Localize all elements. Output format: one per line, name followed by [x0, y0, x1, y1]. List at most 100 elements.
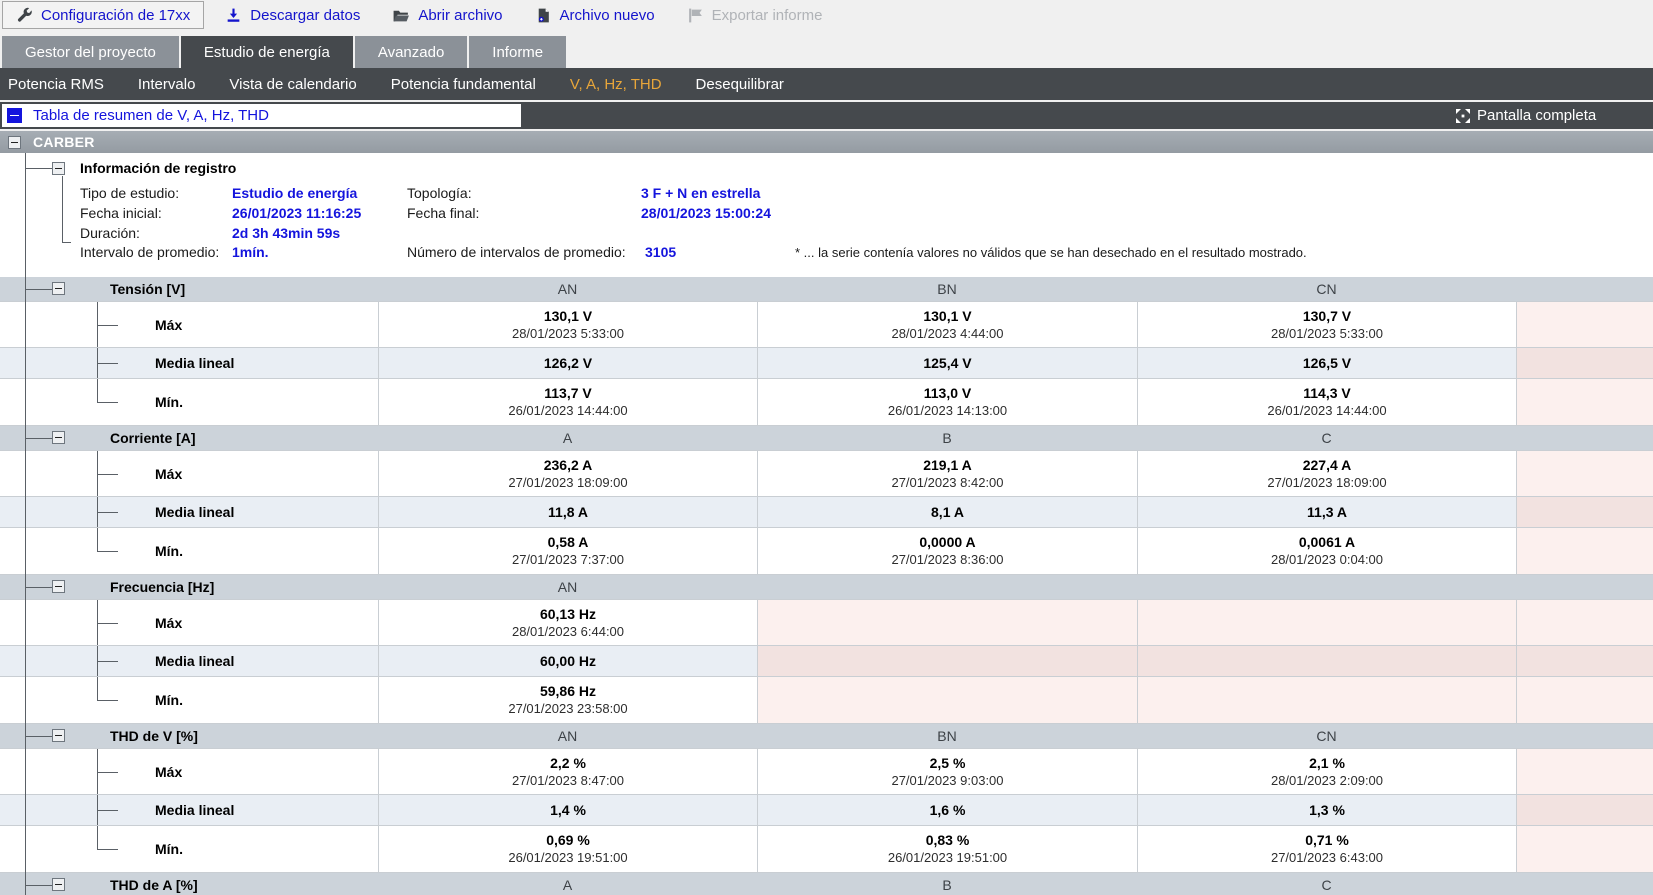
- open-file-label: Abrir archivo: [418, 7, 502, 24]
- collapse-section-icon[interactable]: [52, 580, 65, 593]
- fullscreen-button[interactable]: Pantalla completa: [1455, 102, 1596, 129]
- metric-label: Mín.: [155, 841, 183, 857]
- empty-cell: [1516, 348, 1653, 378]
- metric-timestamp: 27/01/2023 7:37:00: [512, 552, 624, 568]
- tab-report[interactable]: Informe: [469, 36, 566, 68]
- metric-label-cell: Mín.: [0, 528, 378, 574]
- wrench-icon: [16, 7, 33, 24]
- metric-timestamp: 28/01/2023 5:33:00: [512, 326, 624, 342]
- collapse-section-icon[interactable]: [52, 729, 65, 742]
- tree-tick: [97, 402, 118, 403]
- view-title: Tabla de resumen de V, A, Hz, THD: [33, 107, 269, 124]
- empty-cell: [1516, 677, 1653, 723]
- new-file-button[interactable]: Archivo nuevo: [522, 2, 668, 28]
- metric-value: 8,1 A: [931, 504, 964, 521]
- subtab-intervalo[interactable]: Intervalo: [121, 76, 213, 93]
- info-footnote: * ... la serie contenía valores no válid…: [795, 245, 1307, 260]
- section-label-cell: Corriente [A]: [0, 426, 378, 450]
- metric-value: 60,13 Hz: [540, 606, 596, 623]
- table-row: Media lineal60,00 Hz: [0, 646, 1653, 677]
- subtab-v-a-hz-thd[interactable]: V, A, Hz, THD: [553, 76, 679, 93]
- metric-label: Máx: [155, 764, 182, 780]
- collapse-section-icon[interactable]: [52, 878, 65, 891]
- info-label-fecha-final: Fecha final:: [407, 205, 479, 221]
- download-data-label: Descargar datos: [250, 7, 360, 24]
- metric-value: 227,4 A: [1303, 457, 1352, 474]
- metric-value: 126,5 V: [1303, 355, 1351, 372]
- table-row: Mín.113,7 V26/01/2023 14:44:00113,0 V26/…: [0, 379, 1653, 426]
- tree-tick: [25, 438, 52, 439]
- metric-timestamp: 27/01/2023 23:58:00: [508, 701, 627, 717]
- section-label-cell: THD de V [%]: [0, 724, 378, 748]
- table-row: Media lineal11,8 A8,1 A11,3 A: [0, 497, 1653, 528]
- metric-label-cell: Mín.: [0, 677, 378, 723]
- metric-timestamp: 28/01/2023 5:33:00: [1271, 326, 1383, 342]
- tab-energy-study[interactable]: Estudio de energía: [181, 36, 353, 68]
- value-cell: 8,1 A: [757, 497, 1137, 527]
- value-cell: 2,2 %27/01/2023 8:47:00: [378, 749, 757, 794]
- section-title: THD de V [%]: [110, 728, 198, 744]
- collapse-section-icon[interactable]: [52, 282, 65, 295]
- metric-value: 59,86 Hz: [540, 683, 596, 700]
- open-file-button[interactable]: Abrir archivo: [379, 2, 515, 28]
- metric-label-cell: Media lineal: [0, 497, 378, 527]
- metric-label-cell: Mín.: [0, 379, 378, 425]
- metric-timestamp: 28/01/2023 4:44:00: [891, 326, 1003, 342]
- collapse-info-icon[interactable]: [52, 162, 65, 175]
- section-header-row: THD de V [%]ANBNCN: [0, 724, 1653, 749]
- tab-project-manager[interactable]: Gestor del proyecto: [2, 36, 179, 68]
- value-cell: 0,71 %27/01/2023 6:43:00: [1137, 826, 1516, 872]
- metric-timestamp: 26/01/2023 14:13:00: [888, 403, 1007, 419]
- value-cell: 59,86 Hz27/01/2023 23:58:00: [378, 677, 757, 723]
- empty-cell: [757, 646, 1137, 676]
- table-row: Máx236,2 A27/01/2023 18:09:00219,1 A27/0…: [0, 451, 1653, 497]
- configure-17xx-button[interactable]: Configuración de 17xx: [2, 1, 204, 29]
- value-cell: 113,0 V26/01/2023 14:13:00: [757, 379, 1137, 425]
- value-cell: 60,00 Hz: [378, 646, 757, 676]
- tree-tick: [97, 772, 118, 773]
- metric-label-cell: Máx: [0, 600, 378, 645]
- metric-label: Media lineal: [155, 504, 234, 520]
- column-header: BN: [757, 728, 1137, 744]
- metric-value: 2,2 %: [550, 755, 586, 772]
- device-name: CARBER: [33, 134, 95, 150]
- subtab-vista-calendario[interactable]: Vista de calendario: [212, 76, 373, 93]
- metric-value: 1,6 %: [930, 802, 966, 819]
- empty-cell: [1516, 528, 1653, 574]
- info-value-duracion: 2d 3h 43min 59s: [232, 225, 340, 241]
- value-cell: 1,6 %: [757, 795, 1137, 825]
- subtab-desequilibrar-label: Desequilibrar: [696, 76, 784, 93]
- table-row: Máx130,1 V28/01/2023 5:33:00130,1 V28/01…: [0, 302, 1653, 348]
- empty-cell: [1516, 600, 1653, 645]
- metric-label: Máx: [155, 466, 182, 482]
- metric-label: Media lineal: [155, 355, 234, 371]
- collapse-view-icon[interactable]: [7, 108, 22, 123]
- subtab-potencia-rms[interactable]: Potencia RMS: [0, 76, 121, 93]
- metric-value: 113,0 V: [924, 385, 972, 402]
- empty-cell: [1516, 646, 1653, 676]
- tab-advanced[interactable]: Avanzado: [355, 36, 467, 68]
- metric-value: 130,7 V: [1303, 308, 1351, 325]
- value-cell: 2,5 %27/01/2023 9:03:00: [757, 749, 1137, 794]
- tree-tick: [97, 661, 118, 662]
- value-cell: 114,3 V26/01/2023 14:44:00: [1137, 379, 1516, 425]
- metric-value: 236,2 A: [544, 457, 593, 474]
- subtab-desequilibrar[interactable]: Desequilibrar: [679, 76, 801, 93]
- table-row: Mín.0,58 A27/01/2023 7:37:000,0000 A27/0…: [0, 528, 1653, 575]
- subtab-potencia-fundamental[interactable]: Potencia fundamental: [374, 76, 553, 93]
- metric-value: 0,69 %: [546, 832, 590, 849]
- new-file-label: Archivo nuevo: [560, 7, 655, 24]
- metric-value: 0,58 A: [548, 534, 589, 551]
- download-data-button[interactable]: Descargar datos: [212, 2, 373, 28]
- section-label-cell: THD de A [%]: [0, 873, 378, 895]
- table-row: Máx60,13 Hz28/01/2023 6:44:00: [0, 600, 1653, 646]
- column-header: C: [1137, 877, 1516, 893]
- collapse-section-icon[interactable]: [52, 431, 65, 444]
- metric-label-cell: Mín.: [0, 826, 378, 872]
- collapse-device-icon[interactable]: [8, 136, 21, 149]
- export-report-button[interactable]: Exportar informe: [674, 2, 836, 28]
- tree-tick: [25, 168, 52, 169]
- metric-value: 0,0000 A: [919, 534, 975, 551]
- value-cell: 11,8 A: [378, 497, 757, 527]
- metric-timestamp: 28/01/2023 0:04:00: [1271, 552, 1383, 568]
